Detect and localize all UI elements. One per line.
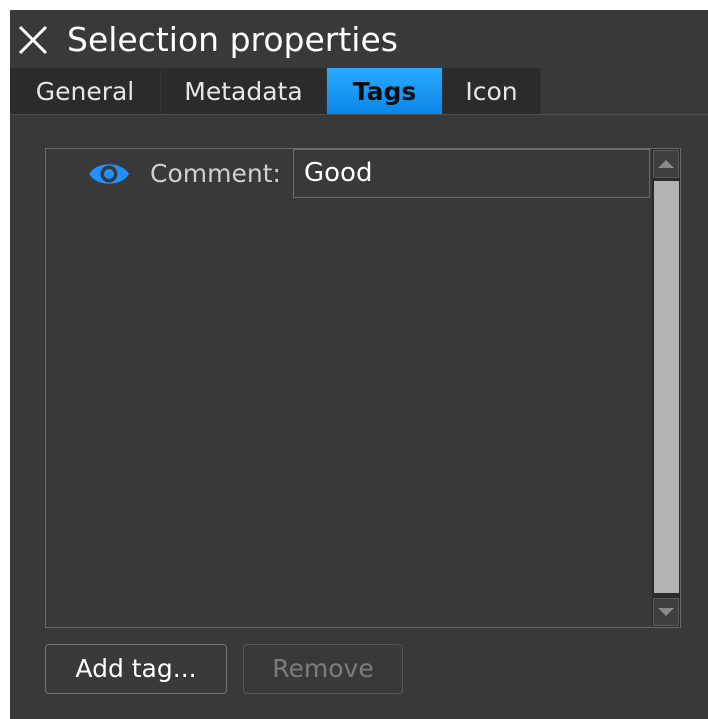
scroll-thumb[interactable] [654, 181, 679, 593]
tag-row: Comment: Good [46, 149, 650, 199]
vertical-scrollbar[interactable] [652, 149, 680, 627]
tag-label: Comment: [150, 159, 281, 188]
tab-metadata[interactable]: Metadata [161, 68, 327, 115]
triangle-up-icon [658, 160, 674, 168]
tab-bar: General Metadata Tags Icon [10, 68, 708, 115]
tags-list: Comment: Good [45, 148, 681, 628]
close-icon [18, 25, 48, 55]
tab-divider [10, 114, 708, 115]
tab-icon[interactable]: Icon [443, 68, 541, 115]
tab-general[interactable]: General [10, 68, 161, 115]
dialog-title: Selection properties [67, 20, 398, 59]
eye-icon[interactable] [87, 160, 131, 188]
scroll-down-button[interactable] [653, 598, 679, 626]
tag-value-input[interactable]: Good [293, 149, 650, 198]
tab-tags[interactable]: Tags [327, 68, 443, 115]
remove-button[interactable]: Remove [243, 644, 403, 694]
add-tag-button[interactable]: Add tag... [45, 644, 227, 694]
triangle-down-icon [658, 608, 674, 616]
close-button[interactable] [17, 24, 49, 56]
scroll-up-button[interactable] [653, 150, 679, 178]
title-bar: Selection properties [10, 10, 708, 66]
selection-properties-dialog: Selection properties General Metadata Ta… [10, 10, 708, 719]
